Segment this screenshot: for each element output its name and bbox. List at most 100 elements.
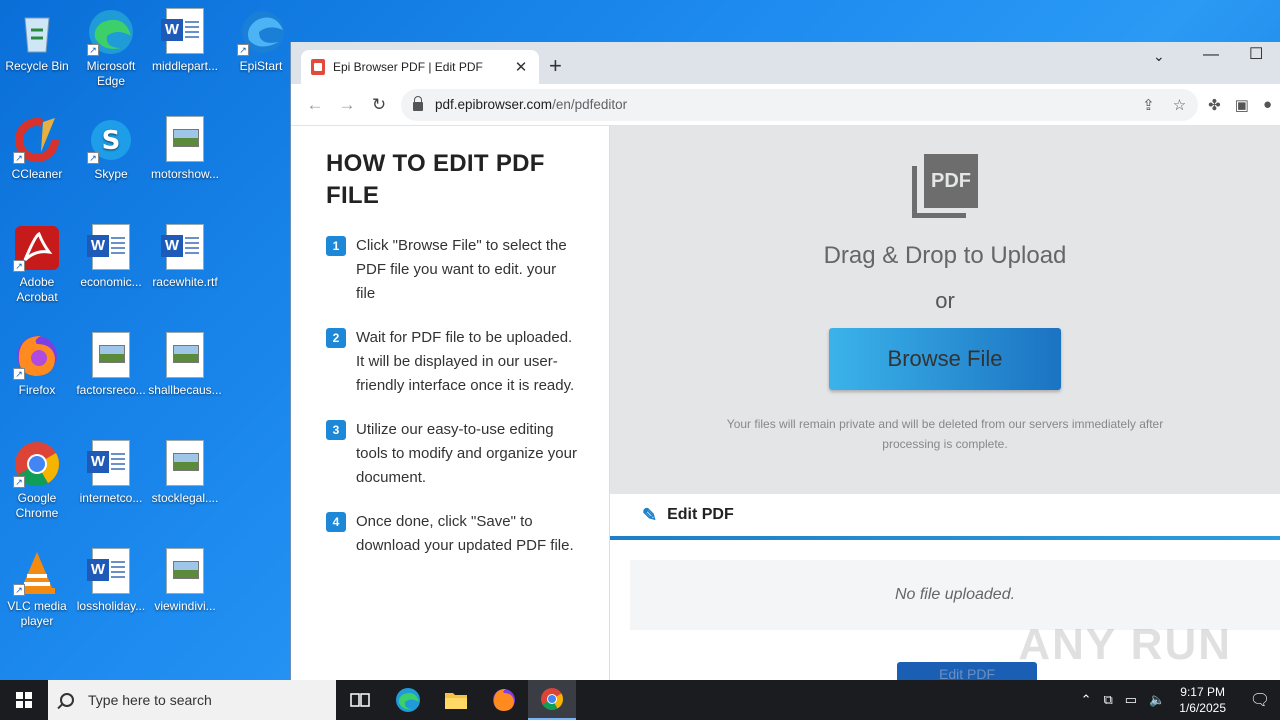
edit-pdf-button[interactable]: Edit PDF — [897, 662, 1037, 680]
edit-pdf-title: Edit PDF — [667, 506, 734, 523]
editor-panel: PDF Drag & Drop to Upload or Browse File… — [610, 126, 1280, 680]
minimize-icon[interactable]: — — [1203, 46, 1219, 64]
privacy-note: Your files will remain private and will … — [726, 417, 1164, 451]
step-number: 4 — [326, 512, 346, 532]
clock-date: 1/6/2025 — [1179, 701, 1226, 715]
page-content: HOW TO EDIT PDF FILE 1 Click "Browse Fil… — [291, 126, 1280, 680]
desktop-icon-epistart[interactable]: ↗ EpiStart — [224, 8, 298, 74]
pdf-favicon-icon — [311, 59, 325, 75]
url-input[interactable]: pdf.epibrowser.com/en/pdfeditor ⇪ ☆ — [401, 88, 1199, 121]
taskbar-firefox-icon[interactable] — [480, 680, 528, 720]
tab-close-icon[interactable]: ✕ — [513, 58, 529, 76]
reload-icon[interactable]: ↻ — [363, 95, 395, 115]
desktop-icon-firefox[interactable]: ↗ Firefox — [0, 332, 74, 398]
start-button[interactable] — [0, 680, 48, 720]
desktop-icon-acrobat[interactable]: ↗ Adobe Acrobat — [0, 224, 74, 305]
search-placeholder: Type here to search — [88, 692, 212, 708]
desktop-icon-economic[interactable]: W economic... — [74, 224, 148, 290]
instructions-panel: HOW TO EDIT PDF FILE 1 Click "Browse Fil… — [291, 126, 610, 680]
desktop-icon-internetco[interactable]: W internetco... — [74, 440, 148, 506]
tray-device-icon[interactable]: ⧉ — [1104, 692, 1113, 708]
desktop-icon-factorsreco[interactable]: factorsreco... — [74, 332, 148, 398]
desktop-icon-lossholiday[interactable]: W lossholiday... — [74, 548, 148, 614]
taskbar-edge-icon[interactable] — [384, 680, 432, 720]
side-panel-icon[interactable]: ▣ — [1235, 96, 1249, 114]
desktop-icon-skype[interactable]: S ↗ Skype — [74, 116, 148, 182]
desktop-icon-recycle-bin[interactable]: Recycle Bin — [0, 8, 74, 74]
anyrun-watermark: ANY RUN — [1018, 620, 1232, 669]
desktop-icon-vlc[interactable]: ↗ VLC media player — [0, 548, 74, 629]
forward-icon[interactable]: → — [331, 95, 363, 115]
instruction-step: 4 Once done, click "Save" to download yo… — [326, 510, 579, 558]
desktop-icon-edge[interactable]: ↗ Microsoft Edge — [74, 8, 148, 89]
browse-file-button[interactable]: Browse File — [829, 328, 1061, 390]
pencil-icon: ✎ — [642, 504, 658, 525]
ccleaner-icon: ↗ — [13, 116, 61, 164]
desktop-icon-ccleaner[interactable]: ↗ CCleaner — [0, 116, 74, 182]
back-icon[interactable]: ← — [299, 95, 331, 115]
profile-avatar-icon[interactable]: ● — [1263, 96, 1272, 114]
taskbar-search-box[interactable]: Type here to search — [48, 680, 336, 720]
image-file-icon — [87, 332, 135, 380]
step-text: Wait for PDF file to be uploaded. It wil… — [356, 329, 575, 394]
instruction-step: 1 Click "Browse File" to select the PDF … — [326, 234, 579, 306]
desktop-icon-motorshow[interactable]: motorshow... — [148, 116, 222, 182]
word-doc-icon: W — [161, 8, 209, 56]
windows-logo-icon — [16, 692, 32, 708]
network-icon[interactable]: ▭ — [1125, 692, 1137, 708]
tab-search-chevron-icon[interactable]: ⌄ — [1153, 48, 1165, 65]
volume-icon[interactable]: 🔈 — [1149, 692, 1165, 708]
image-file-icon — [161, 548, 209, 596]
chrome-icon: ↗ — [13, 440, 61, 488]
instruction-step: 3 Utilize our easy-to-use editing tools … — [326, 418, 579, 490]
upload-dropzone[interactable]: PDF Drag & Drop to Upload or Browse File… — [610, 126, 1280, 494]
desktop-icon-shallbecaus[interactable]: shallbecaus... — [148, 332, 222, 398]
image-file-icon — [161, 440, 209, 488]
word-doc-icon: W — [87, 548, 135, 596]
vlc-icon: ↗ — [13, 548, 61, 596]
bookmark-star-icon[interactable]: ☆ — [1173, 96, 1186, 114]
word-doc-icon: W — [87, 224, 135, 272]
firefox-icon: ↗ — [13, 332, 61, 380]
task-view-icon[interactable] — [336, 680, 384, 720]
instruction-step: 2 Wait for PDF file to be uploaded. It w… — [326, 326, 579, 398]
svg-text:S: S — [102, 126, 121, 156]
drag-drop-text: Drag & Drop to Upload — [823, 242, 1067, 269]
url-host: pdf.epibrowser.com — [435, 97, 553, 112]
maximize-icon[interactable]: ☐ — [1249, 44, 1263, 64]
acrobat-icon: ↗ — [13, 224, 61, 272]
taskbar-chrome-icon[interactable] — [528, 680, 576, 720]
step-number: 3 — [326, 420, 346, 440]
new-tab-icon[interactable]: + — [549, 54, 562, 78]
page-title: HOW TO EDIT PDF FILE — [326, 150, 545, 209]
tray-chevron-up-icon[interactable]: ⌃ — [1081, 692, 1092, 708]
desktop-icon-stocklegal[interactable]: stocklegal.... — [148, 440, 222, 506]
word-doc-icon: W — [161, 224, 209, 272]
notifications-icon[interactable]: 🗨 — [1240, 690, 1280, 710]
desktop-icon-middlepart[interactable]: W middlepart... — [148, 8, 222, 74]
desktop-icon-racewhite[interactable]: W racewhite.rtf — [148, 224, 222, 290]
or-text: or — [935, 288, 955, 313]
extensions-puzzle-icon[interactable]: ✤ — [1208, 96, 1221, 114]
desktop-icon-viewindivi[interactable]: viewindivi... — [148, 548, 222, 614]
browser-window: Epi Browser PDF | Edit PDF ✕ + ⌄ — ☐ ← →… — [290, 42, 1280, 680]
edge-icon: ↗ — [87, 8, 135, 56]
step-number: 1 — [326, 236, 346, 256]
taskbar-clock[interactable]: 9:17 PM 1/6/2025 — [1179, 684, 1226, 716]
image-file-icon — [161, 116, 209, 164]
address-bar: ← → ↻ pdf.epibrowser.com/en/pdfeditor ⇪ … — [291, 84, 1280, 126]
epistart-icon: ↗ — [237, 8, 285, 56]
lock-icon[interactable] — [413, 96, 423, 111]
taskbar-file-explorer-icon[interactable] — [432, 680, 480, 720]
image-file-icon — [161, 332, 209, 380]
word-doc-icon: W — [87, 440, 135, 488]
desktop-icon-chrome[interactable]: ↗ Google Chrome — [0, 440, 74, 521]
tab-edit-pdf[interactable]: Epi Browser PDF | Edit PDF ✕ — [301, 50, 539, 84]
tab-title: Epi Browser PDF | Edit PDF — [333, 60, 483, 74]
clock-time: 9:17 PM — [1180, 685, 1225, 699]
step-text: Utilize our easy-to-use editing tools to… — [356, 421, 577, 486]
share-icon[interactable]: ⇪ — [1142, 96, 1155, 114]
step-text: Click "Browse File" to select the PDF fi… — [356, 237, 567, 302]
system-tray: ⌃ ⧉ ▭ 🔈 9:17 PM 1/6/2025 🗨 — [1075, 680, 1280, 720]
recycle-bin-icon — [13, 8, 61, 56]
